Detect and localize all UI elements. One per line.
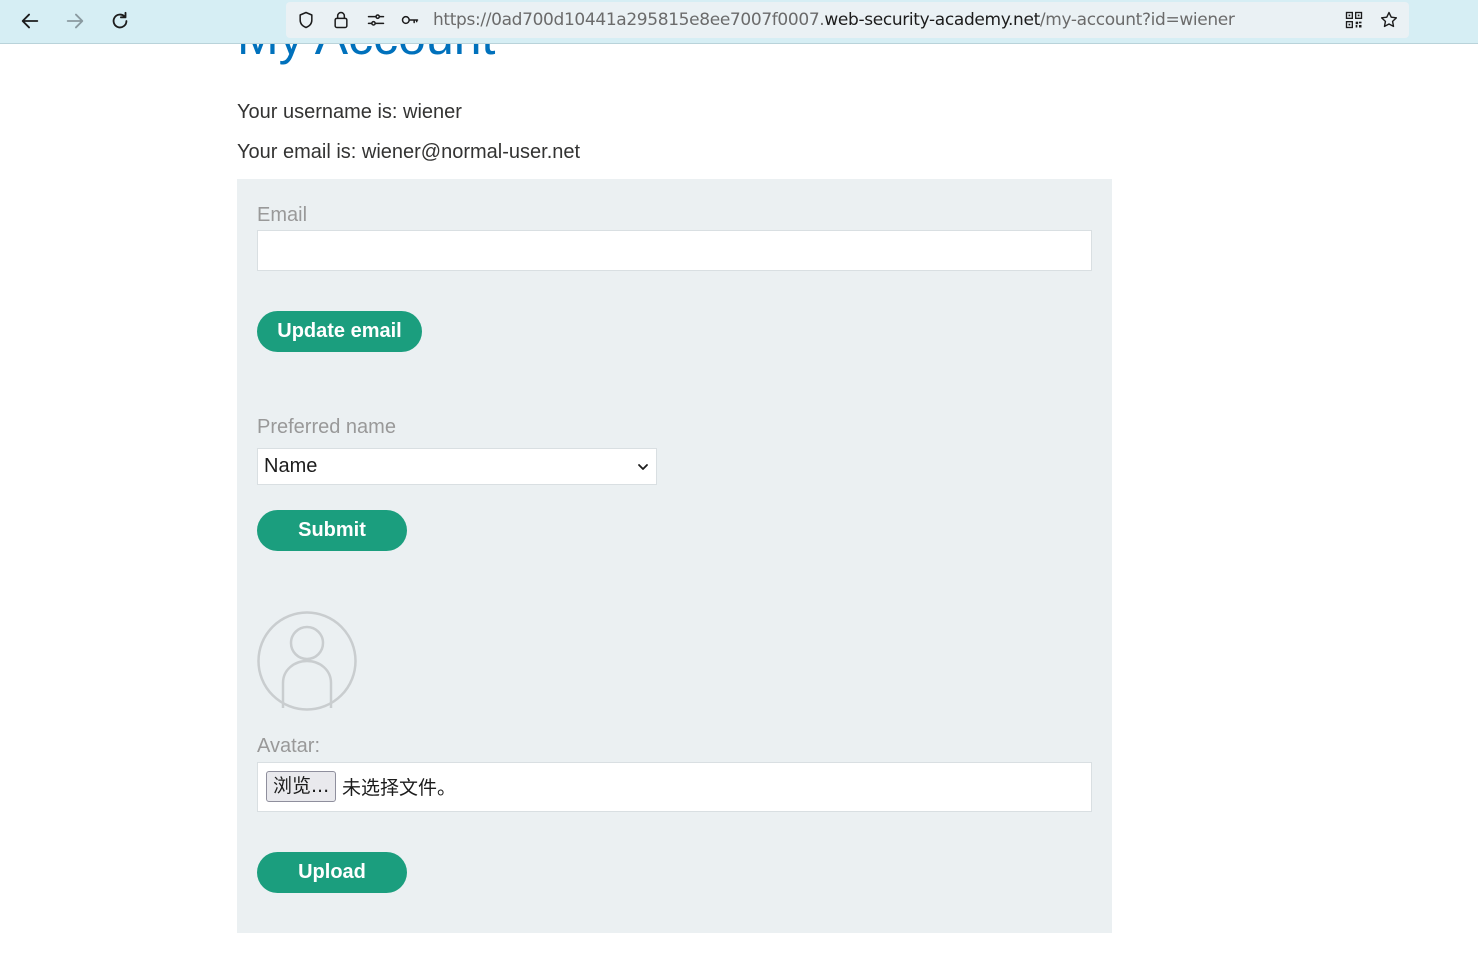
lock-icon[interactable]: [330, 9, 352, 31]
avatar-icon: [257, 611, 357, 711]
page-title: My Account: [237, 44, 495, 66]
permissions-icon[interactable]: [365, 9, 387, 31]
address-bar[interactable]: https://0ad700d10441a295815e8ee7007f0007…: [286, 2, 1409, 38]
bookmark-star-icon[interactable]: [1378, 9, 1400, 31]
url-prefix: https://0ad700d10441a295815e8ee7007f0007…: [433, 10, 825, 30]
url-path: /my-account?id=wiener: [1039, 10, 1235, 30]
reload-button[interactable]: [105, 6, 135, 36]
preferred-name-label: Preferred name: [257, 416, 396, 438]
reload-icon: [112, 11, 128, 29]
upload-button[interactable]: Upload: [257, 852, 407, 893]
url-text[interactable]: https://0ad700d10441a295815e8ee7007f0007…: [433, 2, 1235, 38]
email-info: Your email is: wiener@normal-user.net: [237, 141, 581, 163]
update-email-button[interactable]: Update email: [257, 311, 422, 352]
url-host: web-security-academy.net: [824, 10, 1040, 30]
email-field[interactable]: [257, 230, 1092, 271]
avatar-label: Avatar:: [257, 735, 320, 757]
no-file-selected-text: 未选择文件。: [342, 777, 457, 799]
key-icon[interactable]: [399, 9, 421, 31]
browser-toolbar: https://0ad700d10441a295815e8ee7007f0007…: [0, 0, 1478, 44]
qr-code-icon[interactable]: [1343, 9, 1365, 31]
chevron-down-icon: [638, 464, 648, 470]
page-content: My Account Your username is: wiener Your…: [0, 44, 1478, 955]
email-label: Email: [257, 204, 308, 226]
account-panel: Email Update email Preferred name Name S…: [237, 179, 1112, 933]
submit-button[interactable]: Submit: [257, 510, 407, 551]
preferred-name-selected: Name: [264, 455, 318, 477]
avatar-file-input[interactable]: 浏览... 未选择文件。: [257, 762, 1092, 812]
arrow-left-icon: [21, 13, 39, 29]
shield-icon[interactable]: [295, 9, 317, 31]
browse-button[interactable]: 浏览...: [266, 771, 337, 802]
preferred-name-select[interactable]: Name: [257, 448, 657, 485]
back-button[interactable]: [15, 6, 45, 36]
forward-button[interactable]: [60, 6, 90, 36]
username-info: Your username is: wiener: [237, 101, 462, 123]
arrow-right-icon: [66, 13, 84, 29]
